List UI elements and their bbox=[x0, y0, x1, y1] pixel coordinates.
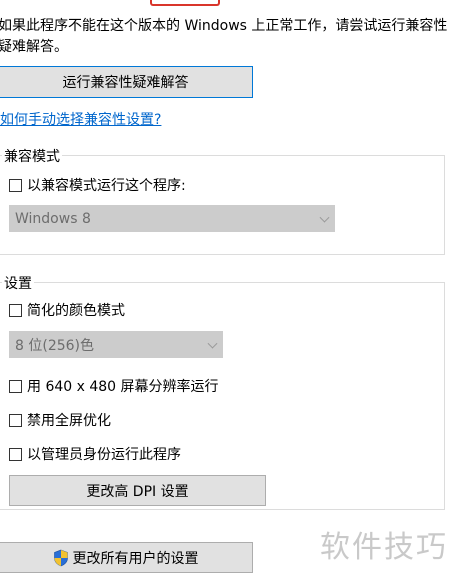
run-as-admin-checkbox-row[interactable]: 以管理员身份运行此程序 bbox=[9, 444, 181, 464]
reduced-color-checkbox-row[interactable]: 简化的颜色模式 bbox=[9, 300, 125, 320]
compat-mode-label: 以兼容模式运行这个程序: bbox=[27, 178, 186, 194]
change-dpi-button[interactable]: 更改高 DPI 设置 bbox=[9, 475, 266, 506]
run-troubleshooter-label: 运行兼容性疑难解答 bbox=[62, 75, 189, 91]
change-dpi-label: 更改高 DPI 设置 bbox=[86, 483, 189, 500]
uac-shield-icon bbox=[53, 549, 68, 566]
run-as-admin-label: 以管理员身份运行此程序 bbox=[27, 447, 181, 463]
manual-settings-link[interactable]: 如何手动选择兼容性设置? bbox=[0, 109, 161, 129]
compatibility-description: 如果此程序不能在这个版本的 Windows 上正常工作，请尝试运行兼容性疑难解答… bbox=[0, 18, 448, 55]
run-as-admin-checkbox[interactable] bbox=[9, 447, 22, 461]
reduced-color-label: 简化的颜色模式 bbox=[27, 303, 125, 319]
compat-mode-checkbox[interactable] bbox=[9, 178, 22, 192]
color-depth-select: 8 位(256)色 bbox=[9, 331, 223, 358]
resolution-checkbox-row[interactable]: 用 640 x 480 屏幕分辨率运行 bbox=[9, 376, 219, 396]
chevron-down-icon bbox=[319, 212, 330, 223]
compat-mode-checkbox-row[interactable]: 以兼容模式运行这个程序: bbox=[9, 175, 186, 195]
highlighted-tab-edge bbox=[150, 0, 220, 6]
chevron-down-icon bbox=[207, 338, 218, 349]
run-troubleshooter-button[interactable]: 运行兼容性疑难解答 bbox=[0, 66, 253, 98]
os-version-select: Windows 8 bbox=[9, 205, 335, 232]
disable-fullscreen-label: 禁用全屏优化 bbox=[27, 413, 111, 429]
disable-fullscreen-checkbox[interactable] bbox=[9, 413, 22, 427]
os-version-value: Windows 8 bbox=[15, 210, 91, 227]
settings-title: 设置 bbox=[2, 273, 34, 293]
resolution-checkbox[interactable] bbox=[9, 379, 22, 393]
change-all-users-button[interactable]: 更改所有用户的设置 bbox=[0, 542, 253, 573]
watermark-text: 软件技巧 bbox=[320, 530, 448, 565]
disable-fullscreen-checkbox-row[interactable]: 禁用全屏优化 bbox=[9, 410, 111, 430]
resolution-label: 用 640 x 480 屏幕分辨率运行 bbox=[27, 379, 219, 395]
color-depth-value: 8 位(256)色 bbox=[15, 337, 95, 354]
change-all-users-label: 更改所有用户的设置 bbox=[72, 550, 199, 567]
compat-mode-title: 兼容模式 bbox=[2, 146, 62, 166]
reduced-color-checkbox[interactable] bbox=[9, 303, 22, 317]
